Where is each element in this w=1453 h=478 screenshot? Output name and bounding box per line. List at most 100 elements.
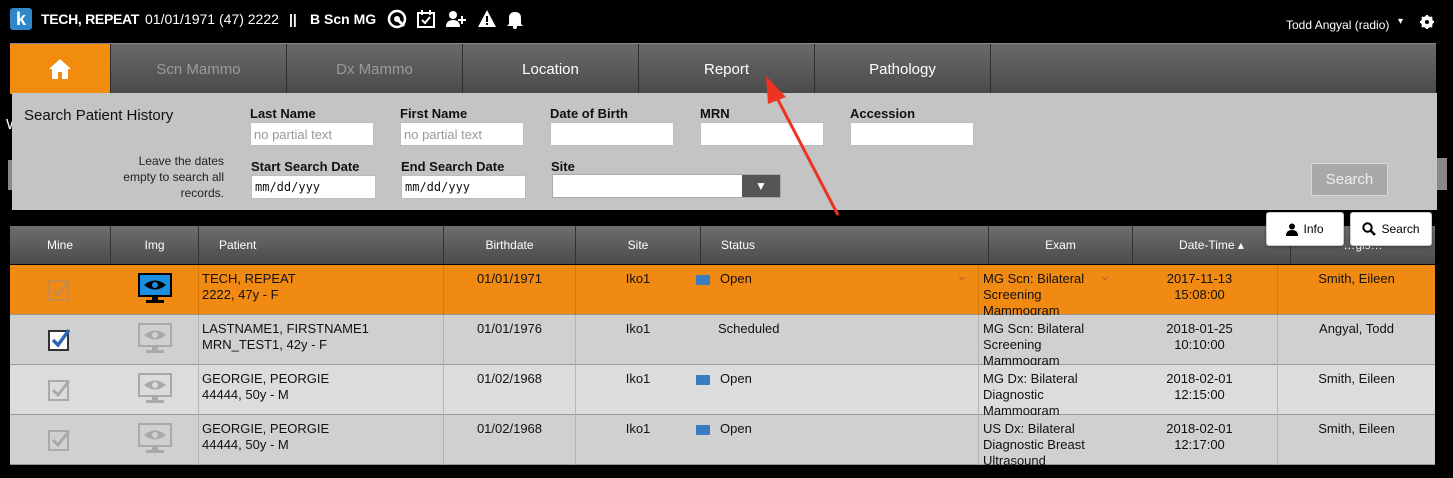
- tab-home[interactable]: [10, 44, 110, 94]
- chevron-down-icon[interactable]: ⌄: [956, 267, 968, 284]
- col-site[interactable]: Site: [575, 226, 700, 264]
- tab-report[interactable]: Report: [638, 44, 814, 94]
- calendar-check-icon[interactable]: [415, 8, 437, 30]
- tab-spacer: [990, 44, 1436, 94]
- col-exam[interactable]: Exam: [988, 226, 1132, 264]
- accession-label: Accession: [850, 106, 916, 121]
- gear-icon[interactable]: [1420, 15, 1434, 34]
- chevron-down-icon[interactable]: ▾: [1398, 16, 1403, 27]
- separator: ||: [289, 11, 297, 27]
- birthdate-cell: 01/01/1971: [443, 265, 575, 315]
- birthdate-cell: 01/02/1968: [443, 365, 575, 415]
- tab-location[interactable]: Location: [462, 44, 638, 94]
- checkbox-checked-disabled[interactable]: [47, 428, 71, 452]
- time-text: 15:08:00: [1174, 287, 1225, 302]
- col-mine[interactable]: Mine: [10, 226, 110, 264]
- exam-cell: MG Scn: Bilateral Screening Mammogram: [978, 315, 1122, 368]
- mrn-label: MRN: [700, 106, 730, 121]
- end-date-input[interactable]: mm/dd/yyy: [401, 175, 526, 199]
- site-label: Site: [551, 159, 575, 174]
- col-img[interactable]: Img: [110, 226, 198, 264]
- dob-input[interactable]: [550, 122, 674, 146]
- tab-scn-mammo[interactable]: Scn Mammo: [110, 44, 286, 94]
- status-text: Open: [720, 271, 752, 286]
- site-cell: Iko1: [575, 265, 700, 315]
- quick-search-button[interactable]: Search: [1350, 212, 1432, 246]
- folder-icon: [696, 274, 710, 285]
- status-cell[interactable]: Open: [688, 265, 978, 315]
- chevron-down-icon[interactable]: ⌄: [1099, 267, 1111, 284]
- accession-input[interactable]: [850, 122, 974, 146]
- time-text: 12:17:00: [1174, 437, 1225, 452]
- user-menu[interactable]: Todd Angyal (radio): [1286, 18, 1389, 32]
- bell-icon[interactable]: [504, 8, 526, 30]
- tab-dx-mammo[interactable]: Dx Mammo: [286, 44, 462, 94]
- date-text: 2018-02-01: [1166, 371, 1233, 386]
- status-cell[interactable]: Open: [688, 365, 978, 415]
- folder-icon: [696, 374, 710, 385]
- status-cell[interactable]: Open: [688, 415, 978, 465]
- status-text: Open: [720, 421, 752, 436]
- table-row[interactable]: GEORGIE, PEORGIE 44444, 50y - M 01/02/19…: [10, 415, 1435, 468]
- monitor-eye-icon[interactable]: [138, 323, 172, 355]
- date-text: 2018-02-01: [1166, 421, 1233, 436]
- site-cell: Iko1: [575, 315, 700, 365]
- search-icon: [1362, 222, 1377, 236]
- site-cell: Iko1: [575, 365, 700, 415]
- add-user-icon[interactable]: [445, 8, 467, 30]
- background-bar-right: [1437, 158, 1447, 190]
- monitor-eye-icon[interactable]: [138, 423, 172, 455]
- monitor-eye-icon[interactable]: [138, 373, 172, 405]
- quick-search-button-label: Search: [1381, 222, 1420, 236]
- last-name-input[interactable]: no partial text: [250, 122, 374, 146]
- col-birthdate[interactable]: Birthdate: [443, 226, 575, 264]
- table-row[interactable]: GEORGIE, PEORGIE 44444, 50y - M 01/02/19…: [10, 365, 1435, 418]
- date-time-cell: 2018-02-01 12:17:00: [1122, 415, 1277, 465]
- app-logo[interactable]: k: [10, 8, 32, 30]
- monitor-eye-icon[interactable]: [138, 273, 172, 305]
- birthdate-cell: 01/02/1968: [443, 415, 575, 465]
- warning-icon[interactable]: [476, 8, 498, 30]
- site-select[interactable]: ▼: [552, 174, 781, 198]
- date-time-cell: 2018-02-01 12:15:00: [1122, 365, 1277, 415]
- radiologist-cell: Smith, Eileen: [1277, 365, 1435, 415]
- exam-cell: MG Dx: Bilateral Diagnostic Mammogram: [978, 365, 1122, 418]
- info-button[interactable]: Info: [1266, 212, 1344, 246]
- start-date-input[interactable]: mm/dd/yyy: [251, 175, 376, 199]
- col-patient[interactable]: Patient: [198, 226, 443, 264]
- tab-pathology[interactable]: Pathology: [814, 44, 990, 94]
- date-hint: Leave the dates empty to search all reco…: [123, 154, 224, 200]
- patient-name: TECH, REPEAT: [202, 271, 296, 286]
- info-button-label: Info: [1303, 222, 1324, 236]
- patient-cell: TECH, REPEAT 2222, 47y - F: [198, 265, 443, 315]
- exam-line: Screening: [983, 287, 1042, 302]
- table-row[interactable]: LASTNAME1, FIRSTNAME1 MRN_TEST1, 42y - F…: [10, 315, 1435, 368]
- exam-cell: US Dx: Bilateral Diagnostic Breast Ultra…: [978, 415, 1122, 468]
- exam-line: Screening: [983, 337, 1042, 352]
- col-status[interactable]: Status: [700, 226, 988, 264]
- patient-cell: LASTNAME1, FIRSTNAME1 MRN_TEST1, 42y - F: [198, 315, 443, 365]
- search-button[interactable]: Search: [1311, 163, 1388, 196]
- status-cell[interactable]: Scheduled: [700, 315, 978, 365]
- last-name-label: Last Name: [250, 106, 316, 121]
- patient-name: LASTNAME1, FIRSTNAME1: [202, 321, 369, 336]
- chevron-down-icon[interactable]: ▼: [742, 175, 780, 197]
- patient-name: TECH, REPEAT: [41, 11, 140, 27]
- checkbox-checked[interactable]: [47, 328, 71, 352]
- start-date-label: Start Search Date: [251, 159, 360, 174]
- end-date-label: End Search Date: [401, 159, 505, 174]
- dob-label: Date of Birth: [550, 106, 628, 121]
- q-icon[interactable]: [386, 8, 408, 30]
- first-name-label: First Name: [400, 106, 468, 121]
- checkbox-checked-disabled[interactable]: [47, 378, 71, 402]
- radiologist-cell: Smith, Eileen: [1277, 265, 1435, 315]
- table-row[interactable]: TECH, REPEAT 2222, 47y - F 01/01/1971 Ik…: [10, 265, 1435, 318]
- time-text: 10:10:00: [1174, 337, 1225, 352]
- checkbox-checked-disabled[interactable]: [47, 278, 71, 302]
- time-text: 12:15:00: [1174, 387, 1225, 402]
- exam-line: MG Scn: Bilateral: [983, 321, 1085, 336]
- first-name-input[interactable]: no partial text: [400, 122, 524, 146]
- date-text: 2018-01-25: [1166, 321, 1233, 336]
- mrn-input[interactable]: [700, 122, 824, 146]
- exam-line: US Dx: Bilateral: [983, 421, 1075, 436]
